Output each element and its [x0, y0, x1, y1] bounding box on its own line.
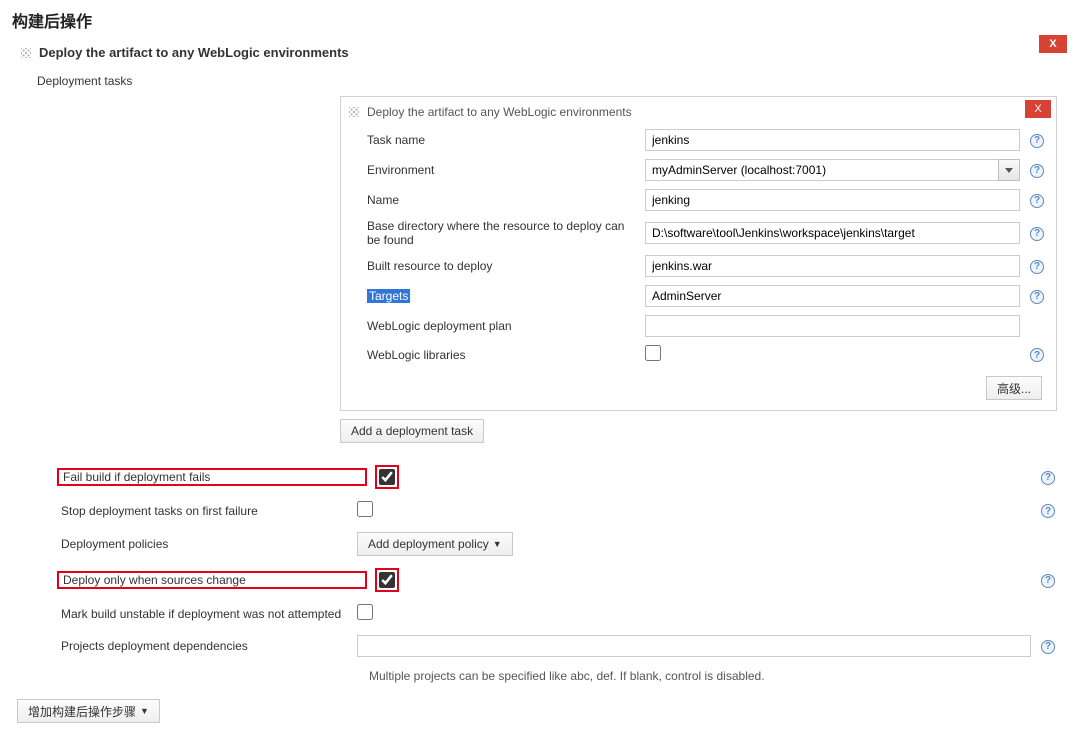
input-dependencies[interactable]: [357, 635, 1031, 657]
row-stop-first: Stop deployment tasks on first failure ?: [39, 495, 1057, 526]
drag-handle-icon[interactable]: [21, 48, 31, 58]
options-block: Fail build if deployment fails ? Stop de…: [37, 453, 1065, 693]
help-icon[interactable]: ?: [1030, 134, 1044, 148]
input-built-res[interactable]: [645, 255, 1020, 277]
section-header: Deploy the artifact to any WebLogic envi…: [15, 37, 1065, 68]
row-task-name: Task name ?: [347, 125, 1050, 155]
label-plan: WebLogic deployment plan: [367, 319, 637, 333]
row-name: Name ?: [347, 185, 1050, 215]
chevron-down-icon[interactable]: [998, 159, 1020, 181]
add-deployment-task-button[interactable]: Add a deployment task: [340, 419, 484, 443]
deployment-task: Deploy the artifact to any WebLogic envi…: [340, 96, 1057, 411]
add-deployment-policy-button[interactable]: Add deployment policy ▼: [357, 532, 513, 556]
label-only-changes: Deploy only when sources change: [57, 571, 367, 589]
label-task-name: Task name: [367, 133, 637, 147]
row-dependencies: Projects deployment dependencies ?: [39, 629, 1057, 663]
help-icon[interactable]: ?: [1030, 260, 1044, 274]
input-targets[interactable]: [645, 285, 1020, 307]
label-policies: Deployment policies: [39, 537, 349, 551]
label-mark-unstable: Mark build unstable if deployment was no…: [39, 607, 349, 621]
add-post-build-step-label: 增加构建后操作步骤: [28, 703, 136, 720]
help-icon[interactable]: ?: [1030, 227, 1044, 241]
tasks-left-spacer: [37, 96, 332, 453]
help-icon[interactable]: ?: [1041, 640, 1055, 654]
checkbox-fail-build[interactable]: [379, 469, 395, 485]
row-libs: WebLogic libraries ?: [347, 341, 1050, 368]
label-targets: Targets: [367, 289, 637, 303]
advanced-row: 高级...: [347, 368, 1050, 402]
section-title: Deploy the artifact to any WebLogic envi…: [39, 45, 349, 60]
row-environment: Environment ?: [347, 155, 1050, 185]
row-targets: Targets ?: [347, 281, 1050, 311]
tasks-area: Deploy the artifact to any WebLogic envi…: [37, 96, 1065, 453]
row-plan: WebLogic deployment plan: [347, 311, 1050, 341]
drag-handle-icon[interactable]: [349, 107, 359, 117]
input-name[interactable]: [645, 189, 1020, 211]
row-mark-unstable: Mark build unstable if deployment was no…: [39, 598, 1057, 629]
section-close-button[interactable]: X: [1039, 35, 1067, 53]
checkbox-libs[interactable]: [645, 345, 661, 361]
label-name: Name: [367, 193, 637, 207]
row-built-res: Built resource to deploy ?: [347, 251, 1050, 281]
checkbox-stop-first[interactable]: [357, 501, 373, 517]
advanced-button[interactable]: 高级...: [986, 376, 1042, 400]
help-icon[interactable]: ?: [1041, 504, 1055, 518]
row-policies: Deployment policies Add deployment polic…: [39, 526, 1057, 562]
help-icon[interactable]: ?: [1030, 290, 1044, 304]
tasks-right: Deploy the artifact to any WebLogic envi…: [340, 96, 1057, 453]
help-icon[interactable]: ?: [1041, 574, 1055, 588]
checkbox-mark-unstable[interactable]: [357, 604, 373, 620]
help-icon[interactable]: ?: [1030, 164, 1044, 178]
label-environment: Environment: [367, 163, 637, 177]
help-icon[interactable]: ?: [1030, 194, 1044, 208]
row-base-dir: Base directory where the resource to dep…: [347, 215, 1050, 251]
dependencies-hint: Multiple projects can be specified like …: [39, 663, 1057, 693]
add-task-row: Add a deployment task: [340, 411, 1057, 453]
task-header: Deploy the artifact to any WebLogic envi…: [347, 101, 1050, 125]
help-icon[interactable]: ?: [1030, 348, 1044, 362]
input-base-dir[interactable]: [645, 222, 1020, 244]
add-post-build-step-button[interactable]: 增加构建后操作步骤 ▼: [17, 699, 160, 723]
add-policy-label: Add deployment policy: [368, 537, 489, 551]
task-close-button[interactable]: X: [1025, 100, 1051, 118]
select-environment-value[interactable]: [645, 159, 998, 181]
input-plan[interactable]: [645, 315, 1020, 337]
label-base-dir: Base directory where the resource to dep…: [367, 219, 637, 247]
label-dependencies: Projects deployment dependencies: [39, 639, 349, 653]
task-title: Deploy the artifact to any WebLogic envi…: [367, 105, 632, 119]
help-icon[interactable]: ?: [1041, 471, 1055, 485]
input-task-name[interactable]: [645, 129, 1020, 151]
select-environment[interactable]: [645, 159, 1020, 181]
checkbox-only-changes[interactable]: [379, 572, 395, 588]
page-root: 构建后操作 Deploy the artifact to any WebLogi…: [0, 0, 1080, 738]
label-stop-first: Stop deployment tasks on first failure: [39, 504, 349, 518]
label-fail-build: Fail build if deployment fails: [57, 468, 367, 486]
label-libs: WebLogic libraries: [367, 348, 637, 362]
row-only-changes: Deploy only when sources change ?: [39, 562, 1057, 598]
post-build-section: Deploy the artifact to any WebLogic envi…: [14, 36, 1066, 732]
caret-down-icon: ▼: [140, 706, 149, 716]
footer-row: 增加构建后操作步骤 ▼: [15, 693, 1065, 731]
row-fail-build: Fail build if deployment fails ?: [39, 459, 1057, 495]
section-body: Deployment tasks Deploy the artifact to …: [15, 68, 1065, 693]
label-built-res: Built resource to deploy: [367, 259, 637, 273]
caret-down-icon: ▼: [493, 539, 502, 549]
deployment-tasks-label: Deployment tasks: [37, 68, 1065, 96]
